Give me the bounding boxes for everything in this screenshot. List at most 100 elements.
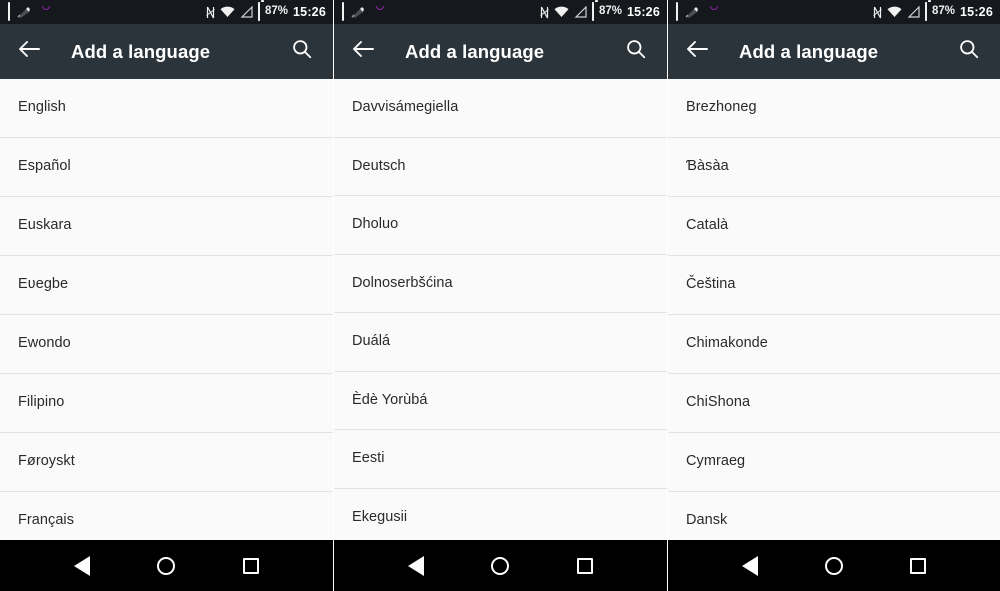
language-label: ChiShona (686, 394, 751, 411)
nfc-icon (540, 6, 549, 19)
list-item[interactable]: Davvisámegiella (334, 79, 667, 138)
wifi-icon (554, 6, 569, 18)
navigation-bar (668, 540, 1000, 591)
nfc-icon (206, 6, 215, 19)
status-bar: 87% 15:26 (334, 0, 667, 24)
list-item[interactable]: Dholuo (334, 196, 667, 255)
language-label: Français (18, 512, 74, 529)
search-icon (292, 39, 312, 64)
list-item[interactable]: Filipino (0, 374, 333, 433)
nav-home-button[interactable] (480, 546, 520, 586)
language-list-2[interactable]: Davvisámegiella Deutsch Dholuo Dolnoserb… (334, 79, 667, 540)
page-title: Add a language (71, 40, 211, 62)
list-item[interactable]: Èdè Yorùbá (334, 371, 667, 430)
back-icon (742, 555, 758, 576)
list-item[interactable]: Cymraeg (668, 433, 1000, 492)
search-icon (959, 39, 979, 64)
back-button[interactable] (16, 39, 42, 65)
status-bar-left-icons (676, 2, 713, 21)
language-label: Català (686, 217, 729, 234)
list-item[interactable]: Eʋegbe (0, 256, 333, 315)
phone-screen-1: 87% 15:26 Add a language English Español… (0, 0, 333, 591)
nav-home-button[interactable] (814, 546, 854, 586)
language-label: Cymraeg (686, 453, 746, 470)
back-button[interactable] (684, 39, 710, 65)
language-label: Èdè Yorùbá (352, 391, 428, 408)
back-button[interactable] (350, 39, 376, 65)
list-item[interactable]: Duálá (334, 313, 667, 372)
language-label: Eesti (352, 450, 385, 467)
battery-percent-label: 87% (264, 5, 289, 18)
list-item[interactable]: ChiShona (668, 374, 1000, 433)
status-bar-left-icons (8, 2, 45, 21)
list-item[interactable]: Ewondo (0, 315, 333, 374)
list-item[interactable]: Chimakonde (668, 315, 1000, 374)
battery-percent-label: 87% (598, 5, 623, 18)
status-bar-right-icons: 87% 15:26 (873, 2, 993, 21)
list-item[interactable]: Euskara (0, 197, 333, 256)
list-item[interactable]: Čeština (668, 256, 1000, 315)
search-button[interactable] (289, 39, 315, 65)
recents-icon (576, 557, 593, 574)
clip-icon (351, 6, 365, 19)
list-item[interactable]: Dansk (668, 492, 1000, 540)
status-bar-left-icons (342, 2, 379, 21)
page-title: Add a language (405, 40, 545, 62)
arrow-back-icon (686, 40, 708, 63)
nav-recents-button[interactable] (231, 546, 271, 586)
nav-back-button[interactable] (62, 546, 102, 586)
list-item[interactable]: Dolnoserbšćina (334, 254, 667, 313)
nav-recents-button[interactable] (898, 546, 938, 586)
clock-label: 15:26 (293, 4, 326, 19)
list-item[interactable]: Español (0, 138, 333, 197)
language-list-1[interactable]: English Español Euskara Eʋegbe Ewondo Fi… (0, 79, 333, 540)
list-item[interactable]: Ekegusii (334, 488, 667, 540)
phone-screen-3: 87% 15:26 Add a language Brezhoneg Ɓàsàa… (668, 0, 1000, 591)
list-item[interactable]: Føroyskt (0, 433, 333, 492)
language-label: Dansk (686, 512, 728, 529)
language-label: Čeština (686, 276, 736, 293)
clock-label: 15:26 (960, 4, 993, 19)
language-label: English (18, 99, 66, 116)
home-icon (491, 556, 510, 575)
home-icon (825, 556, 843, 575)
language-label: Euskara (18, 217, 72, 234)
list-item[interactable]: Brezhoneg (668, 79, 1000, 138)
page-title: Add a language (739, 40, 879, 62)
search-icon (626, 39, 646, 64)
nfc-icon (873, 6, 882, 19)
phone-screen-2: 87% 15:26 Add a language Davvisámegiella… (334, 0, 667, 591)
language-label: Brezhoneg (686, 99, 757, 116)
language-label: Føroyskt (18, 453, 75, 470)
signal-icon (574, 5, 587, 18)
list-item[interactable]: English (0, 79, 333, 138)
nav-recents-button[interactable] (565, 546, 605, 586)
search-button[interactable] (956, 39, 982, 65)
list-item[interactable]: Français (0, 492, 333, 540)
list-item[interactable]: Català (668, 197, 1000, 256)
list-item[interactable]: Eesti (334, 430, 667, 489)
list-item[interactable]: Deutsch (334, 137, 667, 196)
list-item[interactable]: Ɓàsàa (668, 138, 1000, 197)
screenshot-triptych: 87% 15:26 Add a language English Español… (0, 0, 1000, 591)
language-label: Dolnoserbšćina (352, 274, 453, 291)
signal-icon (907, 5, 920, 18)
language-list-3[interactable]: Brezhoneg Ɓàsàa Català Čeština Chimakond… (668, 79, 1000, 540)
nav-back-button[interactable] (730, 546, 770, 586)
navigation-bar (0, 540, 333, 591)
toolbar: Add a language (668, 24, 1000, 79)
arrow-back-icon (18, 40, 40, 63)
language-label: Español (18, 158, 71, 175)
clip-icon (685, 6, 699, 19)
nav-back-button[interactable] (396, 546, 436, 586)
clip-icon (17, 6, 31, 19)
back-icon (408, 555, 425, 576)
language-label: Davvisámegiella (352, 99, 459, 116)
search-button[interactable] (623, 39, 649, 65)
status-bar-right-icons: 87% 15:26 (540, 2, 660, 21)
language-label: Dholuo (352, 216, 399, 233)
nav-home-button[interactable] (146, 546, 186, 586)
back-icon (74, 555, 91, 576)
toolbar: Add a language (0, 24, 333, 79)
arrow-back-icon (352, 40, 374, 63)
